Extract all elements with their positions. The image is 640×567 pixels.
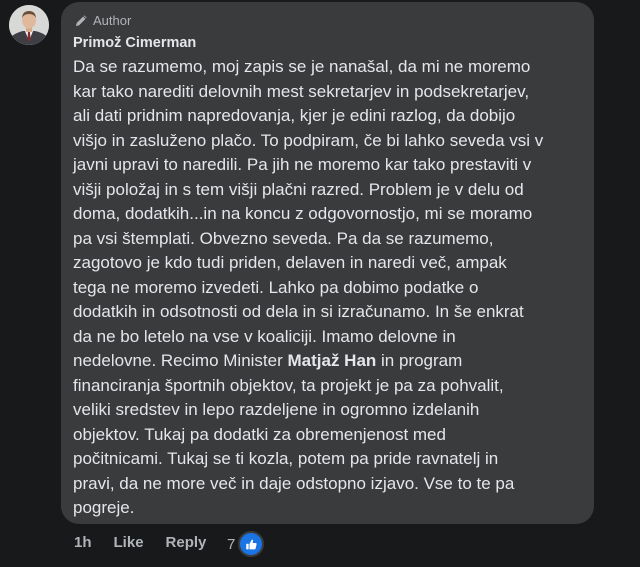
like-button[interactable]: Like [114, 534, 144, 551]
comment-line-text: nedelovne. Recimo Minister [73, 351, 288, 370]
comment-line: kar tako narediti delovnih mest sekretar… [73, 81, 530, 101]
comment-line: pravi, da ne more več in daje odstopno i… [73, 473, 515, 493]
comment-line: ali dati pridnim napredovanja, kjer je e… [73, 106, 516, 125]
comment-line: financiranja športnih objektov, ta proje… [73, 375, 504, 395]
comment-line: objektov. Tukaj pa dodatki za obremenjen… [73, 424, 446, 444]
comment-line: Da se razumemo, moj zapis se je nanašal,… [73, 57, 531, 76]
reaction-count: 7 [227, 535, 236, 553]
avatar[interactable] [9, 5, 49, 45]
comment-line: javni upravi to naredili. Pa jih ne more… [73, 155, 532, 174]
comment-line: zagotovo je kdo tudi priden, delaven in … [73, 253, 507, 272]
comment-line: doma, dodatkih...in na koncu z odgovorno… [73, 204, 533, 223]
author-badge-label: Author [93, 12, 132, 28]
reactions-summary[interactable]: 7 [227, 531, 265, 557]
comment-line: nedelovne. Recimo Minister Matjaž Han in… [73, 349, 582, 374]
comment-line-text: in program [376, 351, 463, 370]
comment-line: da ne bo letelo na vse v koaliciji. Imam… [73, 326, 456, 346]
author-badge: Author [73, 11, 582, 29]
thumbs-up-icon [238, 531, 265, 557]
comment-bubble: Author Primož Cimerman Da se razumemo, m… [61, 2, 594, 524]
comment-line: veliki sredstev in lepo razdeljene in og… [73, 400, 480, 419]
author-name[interactable]: Primož Cimerman [73, 34, 582, 53]
comment-line: počitnicami. Tukaj se ti kozla, potem pa… [73, 449, 499, 468]
comment-line: višji položaj in s tem višji plačni razr… [73, 179, 524, 199]
timestamp-link[interactable]: 1h [74, 534, 92, 551]
comment-line: pogreje. [73, 498, 135, 517]
comment-line: višjo in zasluženo plačo. To podpiram, č… [73, 130, 544, 150]
pencil-icon [74, 13, 89, 28]
mention-link[interactable]: Matjaž Han [287, 351, 376, 370]
reply-button[interactable]: Reply [166, 534, 207, 551]
comment-text: Da se razumemo, moj zapis se je nanašal,… [73, 55, 582, 521]
comment-line: tega ne moremo izvedeti. Lahko pa dobimo… [73, 277, 479, 297]
comment-line: dodatkih in odsotnosti od dela in si izr… [73, 302, 524, 321]
comment-line: pa vsi štemplati. Obvezno seveda. Pa da … [73, 228, 494, 248]
comment-actions: 1h Like Reply [74, 534, 206, 551]
